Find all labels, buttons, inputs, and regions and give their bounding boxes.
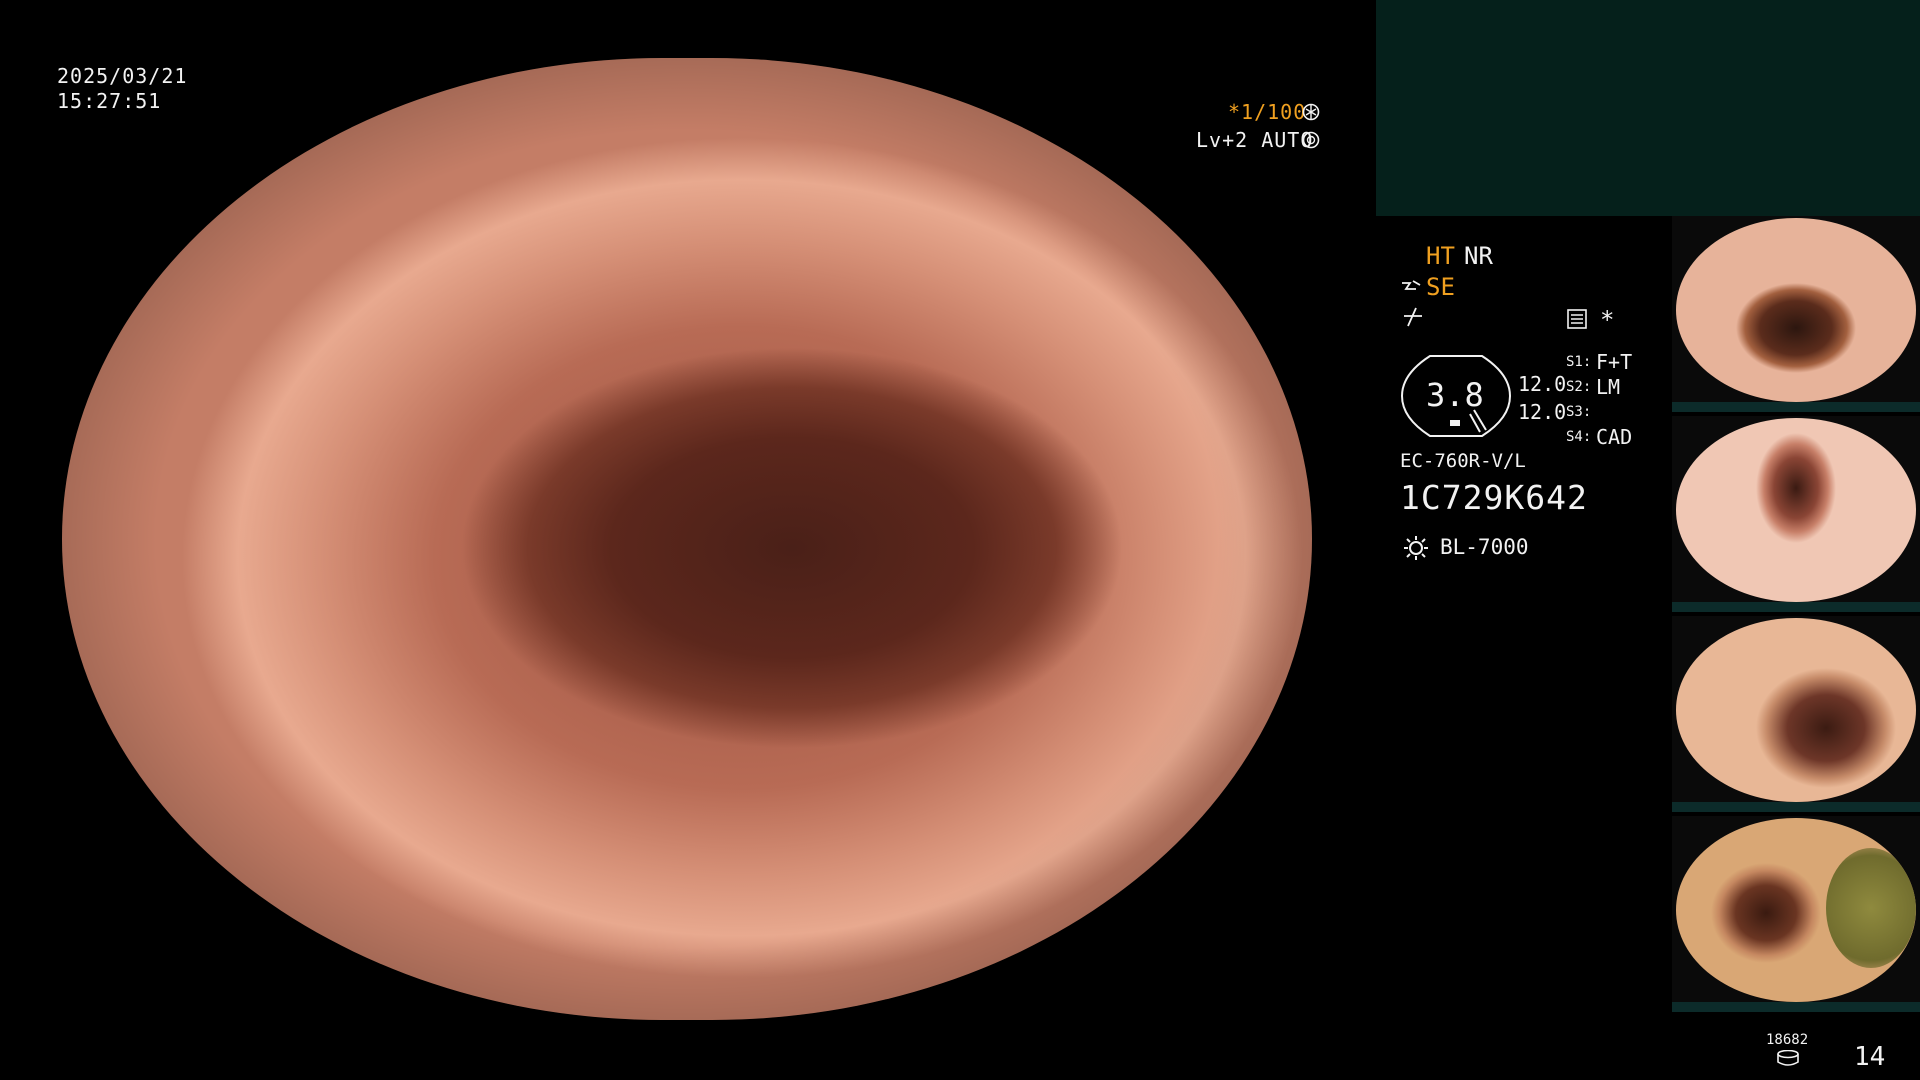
s3-label: S3: [1566,404,1592,420]
nr-indicator: NR [1464,242,1493,270]
thumbnail-4[interactable] [1672,816,1920,1012]
thumbnail-image [1676,618,1916,802]
gauge-value: 3.8 [1426,376,1484,414]
storage-count: 18682 [1766,1032,1809,1048]
star-indicator: * [1600,306,1615,334]
memory-icon [1566,308,1588,334]
date-label: 2025/03/21 [57,64,188,88]
shutter-label: *1/100 [1228,100,1307,124]
structure-enhance-icon [1400,277,1422,301]
scope-model: EC-760R-V/L [1400,450,1526,472]
enhance-curve-icon [1402,306,1424,332]
thumbnail-info-strip [1672,1002,1920,1012]
value-a: 12.0 [1518,372,1567,396]
thumbnail-2[interactable] [1672,416,1920,612]
time-label: 15:27:51 [57,89,162,113]
thumbnail-info-strip [1672,602,1920,612]
ht-indicator: HT [1426,242,1455,270]
image-count: 14 [1854,1042,1886,1072]
shutter-icon [1302,103,1320,125]
scope-serial: 1C729K642 [1400,478,1588,517]
zoom-gauge: 3.8 [1400,354,1512,438]
thumbnail-image [1676,818,1916,1002]
value-b: 12.0 [1518,400,1567,424]
auto-iris-icon [1302,131,1320,153]
s1-label: S1: [1566,354,1592,370]
s1-value: F+T [1596,350,1633,374]
se-indicator: SE [1426,273,1455,301]
thumbnail-info-strip [1672,802,1920,812]
level-label: Lv+2 AUTO [1196,128,1314,152]
s2-label: S2: [1566,379,1592,395]
s4-value: CAD [1596,425,1633,449]
light-source-icon [1402,534,1430,566]
info-panel [1376,0,1920,216]
thumbnail-3[interactable] [1672,616,1920,812]
s2-value: LM [1596,375,1621,399]
thumbnail-1[interactable] [1672,216,1920,412]
thumbnail-image [1676,218,1916,402]
endoscope-view [62,58,1312,1020]
thumbnail-image [1676,418,1916,602]
s4-label: S4: [1566,429,1592,445]
light-source-label: BL-7000 [1440,535,1529,559]
thumbnail-info-strip [1672,402,1920,412]
storage-icon [1776,1049,1800,1070]
